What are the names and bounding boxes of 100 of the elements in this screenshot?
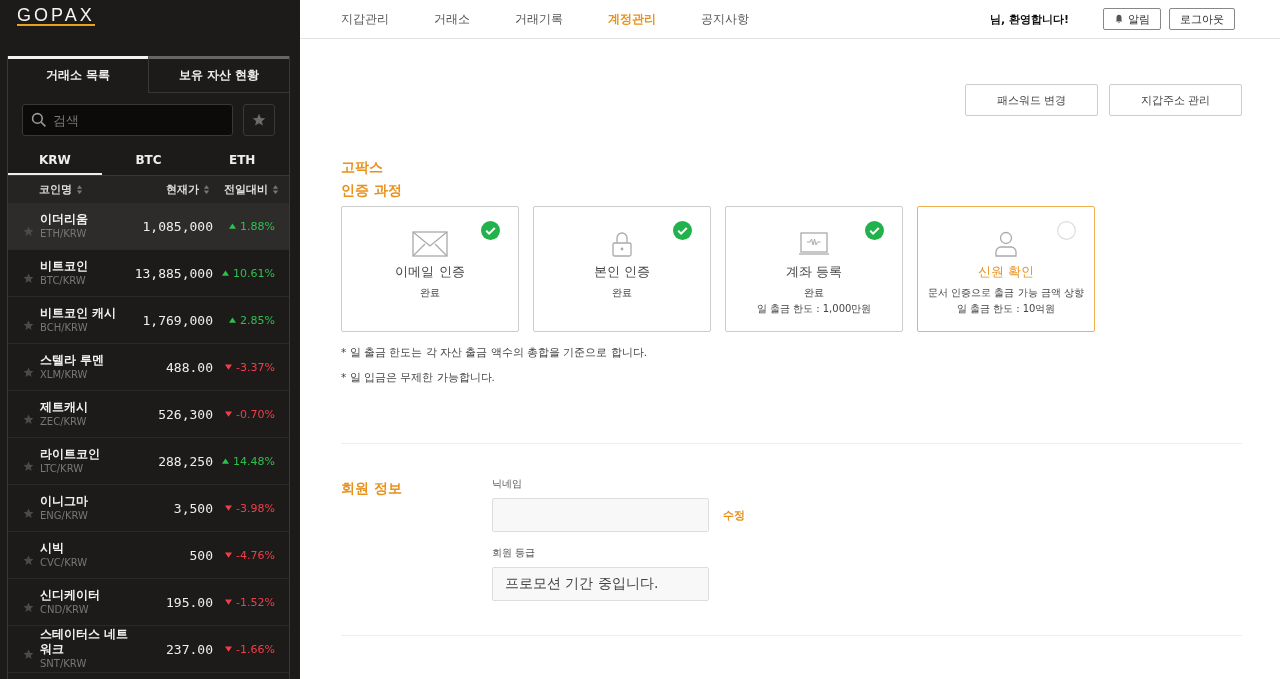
coin-price: 288,250 [157, 453, 213, 469]
section-title: 인증 과정 [341, 181, 403, 200]
logo[interactable]: GOPAX [17, 6, 95, 26]
sort-header[interactable]: 코인명 [39, 182, 139, 197]
search-icon [31, 112, 47, 128]
field-label: 회원 등급 [492, 546, 537, 560]
coin-price: 488.00 [165, 359, 213, 375]
sort-icon [76, 184, 83, 195]
coin-price: 237.00 [165, 641, 213, 657]
note-text: * 일 입금은 무제한 가능합니다. [341, 371, 496, 385]
welcome-text: 님, 환영합니다! [989, 11, 1069, 27]
price-change: -0.70% [236, 407, 275, 421]
coin-row[interactable]: 라이트코인 LTC/KRW 288,250 14.48% [8, 438, 289, 485]
coin-pair: ZEC/KRW [40, 414, 88, 429]
note-text: * 일 출금 한도는 각 자산 출금 액수의 총합을 기준으로 합니다. [341, 346, 648, 360]
coin-price: 1,085,000 [141, 218, 213, 234]
nav-link[interactable]: 거래기록 [515, 10, 563, 28]
coin-price: 195.00 [165, 594, 213, 610]
coin-pair: BTC/KRW [40, 273, 87, 288]
card-title: 본인 인증 [593, 263, 651, 281]
card-title: 이메일 인증 [395, 263, 465, 281]
coin-row[interactable]: 비트코인 캐시 BCH/KRW 1,769,000 2.85% [8, 297, 289, 344]
card-title: 신원 확인 [977, 263, 1035, 281]
price-change: -1.52% [236, 595, 275, 609]
envelope-icon [412, 231, 448, 257]
star-icon[interactable] [23, 366, 34, 378]
coin-pair: ENG/KRW [40, 508, 89, 523]
card-text: 일 출금 한도 : 10억원 [956, 302, 1056, 316]
sort-header[interactable]: 전일대비 [224, 182, 279, 197]
price-change: -1.66% [236, 642, 275, 656]
market-tab[interactable]: ETH [195, 147, 289, 175]
coin-name: 신디케이터 [40, 587, 101, 603]
star-icon[interactable] [23, 460, 34, 472]
coin-row[interactable]: 이더리움 ETH/KRW 1,085,000 1.88% [8, 203, 289, 250]
coin-row[interactable]: 비트코인 BTC/KRW 13,885,000 10.61% [8, 250, 289, 297]
star-icon[interactable] [23, 272, 34, 284]
coin-name: 비트코인 [40, 258, 89, 274]
price-change: -3.98% [236, 501, 275, 515]
coin-name: 스텔라 루멘 [40, 352, 106, 368]
coin-row[interactable]: 신디케이터 CND/KRW 195.00 -1.52% [8, 579, 289, 626]
star-icon [252, 113, 266, 127]
coin-pair: BCH/KRW [40, 320, 89, 335]
sort-icon [203, 184, 210, 195]
coin-row[interactable]: 스텔라 루멘 XLM/KRW 488.00 -3.37% [8, 344, 289, 391]
coin-pair: CND/KRW [40, 602, 90, 617]
coin-name: 스테이터스 네트워크 [40, 627, 130, 657]
price-change: 2.85% [240, 313, 275, 327]
coin-pair: SNT/KRW [40, 657, 88, 671]
coin-pair: CVC/KRW [40, 555, 89, 570]
card-text: 완료 [804, 286, 824, 300]
notification-button[interactable]: 알림 [1103, 8, 1161, 30]
coin-name: 비트코인 캐시 [40, 305, 118, 321]
price-change: -4.76% [236, 548, 275, 562]
favorites-button[interactable] [243, 104, 275, 136]
bell-icon [1114, 14, 1124, 24]
star-icon[interactable] [23, 507, 34, 519]
coin-row[interactable]: 제트캐시 ZEC/KRW 526,300 -0.70% [8, 391, 289, 438]
action-button[interactable]: 패스워드 변경 [965, 84, 1098, 116]
coin-pair: XLM/KRW [40, 367, 89, 382]
coin-price: 526,300 [157, 406, 213, 422]
sort-header[interactable]: 현재가 [166, 182, 210, 197]
coin-price: 13,885,000 [133, 265, 213, 281]
action-button[interactable]: 지갑주소 관리 [1109, 84, 1242, 116]
coin-pair: LTC/KRW [40, 461, 85, 476]
section-title: 고팍스 [341, 158, 384, 177]
coin-pair: ETH/KRW [40, 226, 88, 241]
star-icon[interactable] [23, 554, 34, 566]
price-change: 1.88% [240, 219, 275, 233]
star-icon[interactable] [23, 319, 34, 331]
field-label: 닉네임 [492, 477, 523, 491]
person-icon [995, 231, 1017, 257]
search-field[interactable]: 검색 [22, 104, 233, 136]
coin-row[interactable]: 스테이터스 네트워크 SNT/KRW 237.00 -1.66% [8, 626, 289, 673]
coin-name: 제트캐시 [40, 399, 89, 415]
nav-link[interactable]: 거래소 [434, 10, 470, 28]
lock-icon [612, 231, 632, 257]
star-icon[interactable] [23, 225, 34, 237]
card-text: 문서 인증으로 출금 가능 금액 상향 [928, 286, 1084, 300]
logout-button[interactable]: 로그아웃 [1169, 8, 1235, 30]
price-change: -3.37% [236, 360, 275, 374]
price-change: 14.48% [233, 454, 275, 468]
sort-icon [272, 184, 279, 195]
card-text: 일 출금 한도 : 1,000만원 [756, 302, 872, 316]
coin-row[interactable]: 이니그마 ENG/KRW 3,500 -3.98% [8, 485, 289, 532]
sidebar-tab[interactable]: 보유 자산 현황 [148, 56, 289, 93]
star-icon[interactable] [23, 601, 34, 613]
market-tab[interactable]: BTC [101, 147, 196, 175]
star-icon[interactable] [23, 413, 34, 425]
star-icon[interactable] [23, 648, 34, 660]
coin-name: 이니그마 [40, 493, 89, 509]
coin-price: 500 [188, 547, 213, 563]
coin-row[interactable]: 시빅 CVC/KRW 500 -4.76% [8, 532, 289, 579]
nav-link[interactable]: 공지사항 [701, 10, 749, 28]
coin-price: 3,500 [172, 500, 213, 516]
section-title: 회원 정보 [341, 479, 403, 498]
grade-field[interactable]: 프로모션 기간 중입니다. [492, 567, 709, 601]
nav-link[interactable]: 지갑관리 [341, 10, 389, 28]
nickname-field[interactable] [492, 498, 709, 532]
coin-name: 라이트코인 [40, 446, 101, 462]
coin-name: 시빅 [40, 540, 65, 556]
